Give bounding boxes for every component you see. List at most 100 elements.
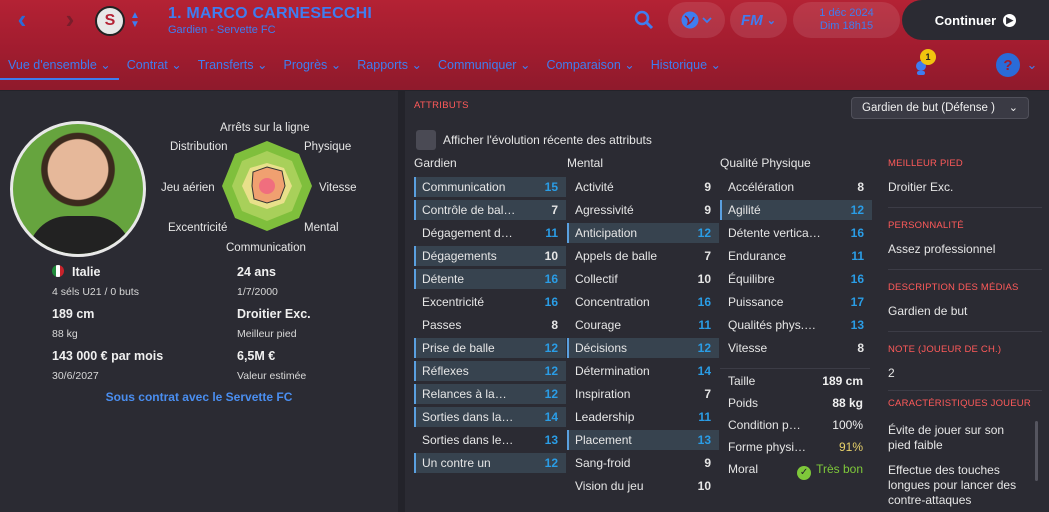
tab-comparison[interactable]: Comparaison ⌄: [538, 52, 642, 80]
back-arrow-icon[interactable]: ‹: [12, 4, 32, 34]
attribute-row[interactable]: Excentricité 16: [414, 292, 566, 312]
attribute-name: Réflexes: [422, 364, 469, 378]
attribute-row[interactable]: Accélération 8: [720, 177, 872, 197]
tab-history[interactable]: Historique ⌄: [643, 52, 729, 80]
attribute-row[interactable]: Un contre un 12: [414, 453, 566, 473]
chevron-down-icon: ⌄: [257, 58, 268, 72]
tab-overview[interactable]: Vue d'ensemble ⌄: [0, 52, 119, 80]
attribute-row[interactable]: Appels de balle 7: [567, 246, 719, 266]
morale-text: Très bon: [816, 462, 863, 476]
attribute-value: 13: [544, 433, 558, 447]
info-sidebar: MEILLEUR PIED Droitier Exc. PERSONNALITÉ…: [888, 91, 1048, 512]
tab-label: Vue d'ensemble: [8, 58, 97, 72]
tab-label: Comparaison: [546, 58, 621, 72]
attribute-row[interactable]: Réflexes 12: [414, 361, 566, 381]
attribute-name: Placement: [575, 433, 632, 447]
attribute-name: Qualités phys.…: [728, 318, 817, 332]
stat-name: Moral: [728, 462, 759, 476]
continue-button[interactable]: Continuer ▶: [902, 0, 1049, 40]
game-date[interactable]: 1 déc 2024 Dim 18h15: [793, 2, 900, 38]
attribute-row[interactable]: Relances à la… 12: [414, 384, 566, 404]
player-subtitle[interactable]: Gardien - Servette FC: [168, 24, 276, 36]
search-icon[interactable]: [632, 8, 656, 32]
attribute-row[interactable]: Concentration 16: [567, 292, 719, 312]
attributes-panel: ATTRIBUTS Gardien de but (Défense ) ⌄ Af…: [405, 91, 1049, 512]
attribute-row[interactable]: Équilibre 16: [720, 269, 872, 289]
attribute-row[interactable]: Collectif 10: [567, 269, 719, 289]
attribute-name: Prise de balle: [422, 341, 495, 355]
radar-label-bottom: Communication: [226, 242, 306, 254]
fm-menu-button[interactable]: FM ⌄: [730, 2, 787, 38]
attribute-name: Concentration: [575, 295, 650, 309]
traits-scrollbar[interactable]: [1035, 421, 1038, 481]
attribute-name: Inspiration: [575, 387, 631, 401]
attribute-value: 7: [704, 249, 711, 263]
attribute-row[interactable]: Passes 8: [414, 315, 566, 335]
attribute-name: Leadership: [575, 410, 635, 424]
show-recent-changes-checkbox[interactable]: [416, 130, 436, 150]
personality-heading: PERSONNALITÉ: [888, 220, 964, 231]
chevron-down-icon: ⌄: [171, 58, 182, 72]
attribute-row[interactable]: Placement 13: [567, 430, 719, 450]
attribute-row[interactable]: Contrôle de bal… 7: [414, 200, 566, 220]
attribute-value: 12: [544, 456, 558, 470]
tab-transfers[interactable]: Transferts ⌄: [190, 52, 276, 80]
tab-reports[interactable]: Rapports ⌄: [349, 52, 430, 80]
nationality-text: Italie: [72, 265, 101, 279]
player-switch-chevrons-icon[interactable]: ▲ ▼: [128, 8, 142, 32]
attribute-row[interactable]: Agressivité 9: [567, 200, 719, 220]
tab-label: Historique: [650, 58, 708, 72]
nationality[interactable]: Italie: [52, 265, 101, 279]
attribute-row[interactable]: Dégagements 10: [414, 246, 566, 266]
attribute-value: 12: [697, 226, 711, 240]
attribute-name: Passes: [422, 318, 462, 332]
attribute-name: Sorties dans le…: [422, 433, 514, 447]
attribute-row[interactable]: Anticipation 12: [567, 223, 719, 243]
attribute-row[interactable]: Détermination 14: [567, 361, 719, 381]
time-text: Dim 18h15: [819, 20, 874, 32]
attribute-value: 7: [704, 387, 711, 401]
attribute-row[interactable]: Inspiration 7: [567, 384, 719, 404]
forward-arrow-icon[interactable]: ›: [60, 4, 80, 34]
help-icon[interactable]: ?: [996, 53, 1020, 77]
tab-progress[interactable]: Progrès ⌄: [276, 52, 350, 80]
caps: 4 séls U21 / 0 buts: [52, 286, 139, 298]
attribute-row[interactable]: Leadership 11: [567, 407, 719, 427]
contract-link[interactable]: Sous contrat avec le Servette FC: [0, 390, 398, 404]
attribute-row[interactable]: Agilité 12: [720, 200, 872, 220]
attribute-value: 16: [850, 272, 864, 286]
preferred-foot-label: Meilleur pied: [237, 328, 297, 340]
attribute-row[interactable]: Prise de balle 12: [414, 338, 566, 358]
attribute-row[interactable]: Détente 16: [414, 269, 566, 289]
tab-communicate[interactable]: Communiquer ⌄: [430, 52, 538, 80]
radar-label-bl: Excentricité: [168, 222, 228, 234]
attribute-row[interactable]: Vitesse 8: [720, 338, 872, 358]
globe-menu-button[interactable]: [668, 2, 725, 38]
attribute-row[interactable]: Sang-froid 9: [567, 453, 719, 473]
attribute-value: 8: [857, 180, 864, 194]
attribute-name: Sorties dans la…: [422, 410, 514, 424]
estimated-value-label: Valeur estimée: [237, 370, 307, 382]
attribute-row[interactable]: Sorties dans la… 14: [414, 407, 566, 427]
attribute-row[interactable]: Décisions 12: [567, 338, 719, 358]
attribute-row[interactable]: Détente vertica… 16: [720, 223, 872, 243]
attribute-row[interactable]: Sorties dans le… 13: [414, 430, 566, 450]
attribute-row[interactable]: Communication 15: [414, 177, 566, 197]
attribute-row[interactable]: Courage 11: [567, 315, 719, 335]
attribute-row[interactable]: Dégagement d… 11: [414, 223, 566, 243]
attribute-name: Vitesse: [728, 341, 768, 355]
attribute-value: 9: [704, 180, 711, 194]
attribute-row[interactable]: Puissance 17: [720, 292, 872, 312]
club-crest[interactable]: S: [95, 6, 125, 36]
italy-flag-icon: [52, 265, 64, 277]
chevron-down-icon[interactable]: ⌄: [1024, 56, 1040, 74]
tab-contract[interactable]: Contrat ⌄: [119, 52, 190, 80]
attribute-row[interactable]: Endurance 11: [720, 246, 872, 266]
attribute-row[interactable]: Qualités phys.… 13: [720, 315, 872, 335]
attribute-name: Agilité: [728, 203, 761, 217]
show-recent-changes-label[interactable]: Afficher l'évolution récente des attribu…: [443, 133, 652, 147]
attribute-row[interactable]: Vision du jeu 10: [567, 476, 719, 496]
attribute-name: Décisions: [575, 341, 628, 355]
attribute-row[interactable]: Activité 9: [567, 177, 719, 197]
attribute-value: 16: [544, 295, 558, 309]
